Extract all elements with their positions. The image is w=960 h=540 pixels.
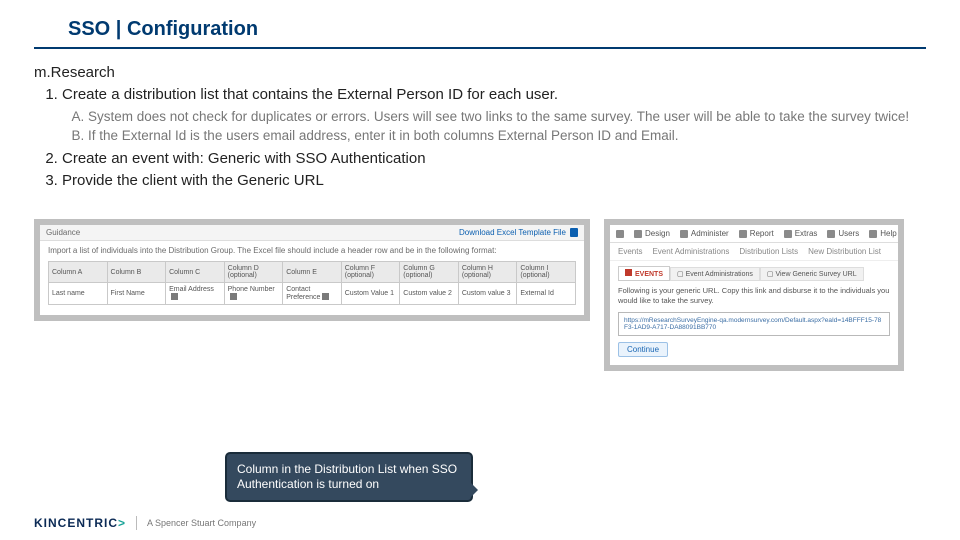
col-header: Column H (optional): [458, 262, 517, 283]
crumb-view-url[interactable]: ▢ View Generic Survey URL: [760, 267, 864, 281]
divider: [136, 516, 137, 530]
shot-b-subnav: Events Event Administrations Distributio…: [610, 243, 898, 261]
col-value: Contact Preference: [283, 283, 342, 305]
col-value: Last name: [49, 283, 108, 305]
nav-design[interactable]: Design: [634, 229, 670, 238]
home-icon[interactable]: [616, 230, 624, 238]
step-2: Create an event with: Generic with SSO A…: [62, 149, 926, 169]
subnav-events[interactable]: Events: [618, 247, 642, 256]
nav-users[interactable]: Users: [827, 229, 859, 238]
col-header: Column A: [49, 262, 108, 283]
shot-b-nav: Design Administer Report Extras Users He…: [610, 225, 898, 243]
screenshots-row: Guidance Download Excel Template File Im…: [0, 193, 960, 371]
import-description: Import a list of individuals into the Di…: [48, 246, 576, 255]
shot-a-topbar: Guidance Download Excel Template File: [40, 225, 584, 241]
generic-url-description: Following is your generic URL. Copy this…: [610, 286, 898, 312]
content-block: m.Research Create a distribution list th…: [0, 63, 960, 191]
generic-url-box[interactable]: https://mResearchSurveyEngine-qa.moderns…: [618, 312, 890, 336]
step-1-text: Create a distribution list that contains…: [62, 86, 558, 103]
nav-extras[interactable]: Extras: [784, 229, 818, 238]
col-value: Custom value 2: [400, 283, 459, 305]
flag-icon: [625, 269, 632, 276]
step-3: Provide the client with the Generic URL: [62, 171, 926, 191]
callout-bubble: Column in the Distribution List when SSO…: [225, 452, 473, 502]
nav-administer[interactable]: Administer: [680, 229, 729, 238]
step-1: Create a distribution list that contains…: [62, 85, 926, 145]
subheading: m.Research: [34, 63, 926, 83]
col-header: Column B: [107, 262, 166, 283]
nav-report[interactable]: Report: [739, 229, 774, 238]
crumb-events[interactable]: EVENTS: [618, 266, 670, 281]
col-header: Column D (optional): [224, 262, 283, 283]
col-value: Custom Value 1: [341, 283, 400, 305]
col-value: First Name: [107, 283, 166, 305]
footer: KINCENTRIC> A Spencer Stuart Company: [34, 516, 256, 530]
screenshot-generic-url: Design Administer Report Extras Users He…: [604, 219, 904, 371]
info-icon: [322, 293, 329, 300]
col-header: Column G (optional): [400, 262, 459, 283]
col-header: Column C: [166, 262, 225, 283]
nav-help[interactable]: Help: [869, 229, 896, 238]
step-1a: System does not check for duplicates or …: [88, 108, 926, 126]
col-value: External Id: [517, 283, 576, 305]
file-icon: [570, 228, 578, 237]
col-header: Column E: [283, 262, 342, 283]
crumb-event-admin[interactable]: ▢ Event Administrations: [670, 267, 760, 281]
screenshot-distribution-list: Guidance Download Excel Template File Im…: [34, 219, 590, 321]
col-value: Email Address: [166, 283, 225, 305]
brand-sub: A Spencer Stuart Company: [147, 518, 256, 528]
download-template-link[interactable]: Download Excel Template File: [459, 228, 578, 237]
col-value: Phone Number: [224, 283, 283, 305]
brand-logo: KINCENTRIC>: [34, 516, 126, 530]
download-template-label: Download Excel Template File: [459, 228, 566, 237]
subnav-new-dist-list[interactable]: New Distribution List: [808, 247, 881, 256]
brand-accent: >: [118, 516, 126, 530]
info-icon: [230, 293, 237, 300]
col-header: Column F (optional): [341, 262, 400, 283]
subnav-dist-lists[interactable]: Distribution Lists: [739, 247, 798, 256]
columns-header-row: Column A Column B Column C Column D (opt…: [49, 262, 576, 283]
page-title: SSO | Configuration: [34, 0, 926, 49]
brand-main: KINCENTRIC: [34, 516, 118, 530]
breadcrumb: EVENTS ▢ Event Administrations ▢ View Ge…: [610, 261, 898, 286]
subnav-event-admin[interactable]: Event Administrations: [652, 247, 729, 256]
steps-list: Create a distribution list that contains…: [34, 85, 926, 191]
info-icon: [171, 293, 178, 300]
columns-table: Column A Column B Column C Column D (opt…: [48, 261, 576, 305]
step-1-sublist: System does not check for duplicates or …: [62, 108, 926, 145]
guidance-tab: Guidance: [46, 228, 80, 237]
continue-button[interactable]: Continue: [618, 342, 668, 357]
col-header: Column I (optional): [517, 262, 576, 283]
columns-value-row: Last name First Name Email Address Phone…: [49, 283, 576, 305]
step-1b: If the External Id is the users email ad…: [88, 127, 926, 145]
col-value: Custom value 3: [458, 283, 517, 305]
